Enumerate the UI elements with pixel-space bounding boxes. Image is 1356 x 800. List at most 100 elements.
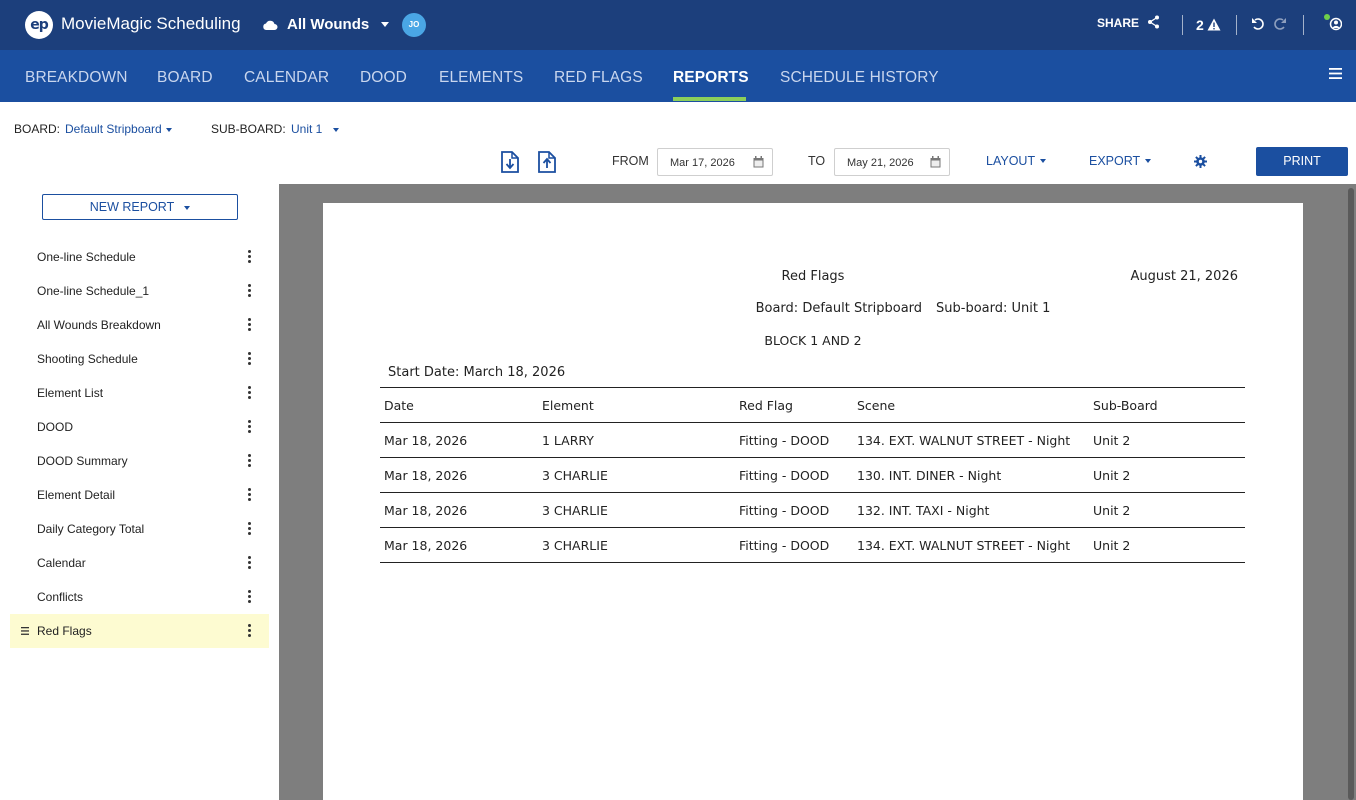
more-options-icon[interactable]	[248, 488, 252, 502]
more-options-icon[interactable]	[248, 420, 252, 434]
top-header: ep MovieMagic Scheduling All Wounds JO S…	[0, 0, 1356, 50]
table-cell: Mar 18, 2026	[380, 492, 538, 528]
warning-count[interactable]: 2	[1196, 17, 1204, 33]
board-caret-icon[interactable]	[166, 128, 172, 132]
table-cell: Unit 2	[1089, 422, 1245, 458]
from-label: FROM	[612, 154, 649, 168]
report-item-daily-category-total[interactable]: Daily Category Total	[10, 512, 269, 546]
more-options-icon[interactable]	[248, 352, 252, 366]
report-item-label: Calendar	[37, 556, 86, 570]
project-name[interactable]: All Wounds	[287, 16, 369, 33]
report-item-all-wounds-breakdown[interactable]: All Wounds Breakdown	[10, 308, 269, 342]
report-item-one-line-schedule-1[interactable]: One-line Schedule_1	[10, 274, 269, 308]
undo-icon[interactable]	[1251, 17, 1265, 31]
share-button[interactable]: SHARE	[1097, 16, 1139, 30]
new-report-caret-icon	[184, 205, 191, 210]
cloud-icon	[263, 20, 278, 30]
table-cell: 134. EXT. WALNUT STREET - Night	[853, 527, 1089, 563]
table-cell: 134. EXT. WALNUT STREET - Night	[853, 422, 1089, 458]
project-dropdown-caret-icon[interactable]	[381, 22, 389, 27]
table-row: Mar 18, 2026 1 LARRY Fitting - DOOD 134.…	[380, 422, 1245, 458]
more-options-icon[interactable]	[248, 522, 252, 536]
column-header: Date	[380, 387, 538, 423]
print-button[interactable]: PRINT	[1256, 147, 1348, 176]
calendar-icon[interactable]	[753, 156, 764, 168]
table-cell: Mar 18, 2026	[380, 422, 538, 458]
tab-elements[interactable]: ELEMENTS	[439, 69, 523, 87]
report-item-label: DOOD	[37, 420, 73, 434]
tab-breakdown[interactable]: BREAKDOWN	[25, 69, 128, 87]
from-date-value: Mar 17, 2026	[670, 157, 735, 169]
more-options-icon[interactable]	[248, 624, 252, 638]
tab-board[interactable]: BOARD	[157, 69, 213, 87]
report-item-label: One-line Schedule	[37, 250, 136, 264]
subboard-label: SUB-BOARD:	[211, 122, 286, 136]
report-item-calendar[interactable]: Calendar	[10, 546, 269, 580]
account-icon[interactable]	[1322, 13, 1342, 33]
tab-dood[interactable]: DOOD	[360, 69, 407, 87]
report-item-shooting-schedule[interactable]: Shooting Schedule	[10, 342, 269, 376]
from-date-field[interactable]: Mar 17, 2026	[657, 148, 773, 176]
red-flags-table: Date Element Red Flag Scene Sub-Board Ma…	[380, 387, 1245, 563]
report-date: August 21, 2026	[1130, 269, 1238, 284]
table-row: Mar 18, 2026 3 CHARLIE Fitting - DOOD 13…	[380, 492, 1245, 528]
report-item-label: Shooting Schedule	[37, 352, 138, 366]
report-item-one-line-schedule[interactable]: One-line Schedule	[10, 240, 269, 274]
user-avatar[interactable]: JO	[402, 13, 426, 37]
report-item-label: Element List	[37, 386, 104, 400]
table-cell: Mar 18, 2026	[380, 457, 538, 493]
new-report-button[interactable]: NEW REPORT	[42, 194, 238, 220]
report-item-red-flags[interactable]: Red Flags	[10, 614, 269, 648]
subboard-selector[interactable]: Unit 1	[291, 122, 322, 136]
drag-handle-icon[interactable]	[21, 627, 29, 635]
redo-icon[interactable]	[1273, 17, 1287, 31]
tab-reports[interactable]: REPORTS	[673, 69, 749, 87]
report-start-date: Start Date: March 18, 2026	[388, 365, 566, 380]
share-icon[interactable]	[1147, 15, 1160, 29]
warning-icon[interactable]	[1207, 18, 1221, 31]
subboard-caret-icon[interactable]	[333, 128, 339, 132]
report-item-label: Red Flags	[37, 624, 92, 638]
more-options-icon[interactable]	[248, 386, 252, 400]
more-options-icon[interactable]	[248, 284, 252, 298]
board-selector[interactable]: Default Stripboard	[65, 122, 162, 136]
more-options-icon[interactable]	[248, 250, 252, 264]
report-subboard-name: Sub-board: Unit 1	[936, 301, 1051, 316]
to-date-field[interactable]: May 21, 2026	[834, 148, 950, 176]
report-item-dood-summary[interactable]: DOOD Summary	[10, 444, 269, 478]
table-row: Mar 18, 2026 3 CHARLIE Fitting - DOOD 13…	[380, 527, 1245, 563]
report-item-dood[interactable]: DOOD	[10, 410, 269, 444]
report-block: BLOCK 1 AND 2	[764, 333, 862, 348]
more-options-icon[interactable]	[248, 590, 252, 604]
report-item-element-list[interactable]: Element List	[10, 376, 269, 410]
preview-scrollbar-thumb[interactable]	[1348, 188, 1354, 800]
layout-dropdown[interactable]: LAYOUT	[986, 154, 1035, 168]
report-board-name: Board: Default Stripboard	[755, 301, 923, 316]
tab-calendar[interactable]: CALENDAR	[244, 69, 329, 87]
more-options-icon[interactable]	[248, 318, 252, 332]
hamburger-menu-icon[interactable]	[1329, 68, 1342, 79]
import-report-icon[interactable]	[501, 151, 519, 173]
report-item-element-detail[interactable]: Element Detail	[10, 478, 269, 512]
table-cell: Fitting - DOOD	[735, 457, 853, 493]
report-item-conflicts[interactable]: Conflicts	[10, 580, 269, 614]
tab-red-flags[interactable]: RED FLAGS	[554, 69, 643, 87]
more-options-icon[interactable]	[248, 454, 252, 468]
report-item-label: One-line Schedule_1	[37, 284, 150, 298]
export-caret-icon[interactable]	[1145, 159, 1151, 163]
export-dropdown[interactable]: EXPORT	[1089, 154, 1140, 168]
layout-caret-icon[interactable]	[1040, 159, 1046, 163]
report-item-label: Element Detail	[37, 488, 116, 502]
table-cell: 3 CHARLIE	[538, 492, 735, 528]
active-tab-indicator	[673, 97, 746, 101]
report-item-label: Daily Category Total	[37, 522, 145, 536]
app-logo[interactable]: ep	[25, 11, 53, 39]
export-report-icon[interactable]	[538, 151, 556, 173]
more-options-icon[interactable]	[248, 556, 252, 570]
new-report-label: NEW REPORT	[89, 200, 175, 214]
gear-icon[interactable]	[1194, 155, 1207, 168]
table-row: Mar 18, 2026 3 CHARLIE Fitting - DOOD 13…	[380, 457, 1245, 493]
header-divider	[1236, 15, 1237, 35]
calendar-icon[interactable]	[930, 156, 941, 168]
tab-schedule-history[interactable]: SCHEDULE HISTORY	[780, 69, 939, 87]
